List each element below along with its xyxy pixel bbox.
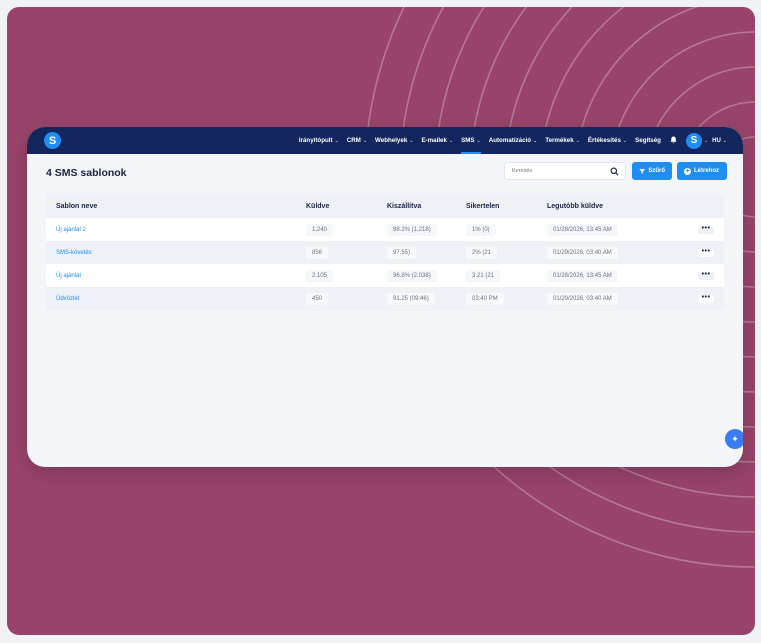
create-button-label: Létrehoz [694, 168, 720, 174]
nav-item-label: Automatizáció [488, 137, 532, 144]
search-input[interactable] [512, 168, 607, 174]
chevron-down-icon: ⌄ [533, 137, 538, 144]
nav-item-crm[interactable]: CRM ⌄ [343, 127, 371, 154]
page-title: 4 SMS sablonok [46, 167, 127, 179]
language-label: HU [712, 137, 721, 144]
column-header-failed[interactable]: Sikertelen [458, 203, 539, 210]
nav-item-dashboard[interactable]: Irányítópult ⌄ [295, 127, 343, 154]
nav-item-help[interactable]: Segítség [631, 127, 665, 154]
bell-icon[interactable] [665, 136, 682, 146]
search-box[interactable] [504, 162, 626, 180]
nav-item-label: Termékek [545, 137, 574, 144]
nav-item-emails[interactable]: E-mailek ⌄ [417, 127, 457, 154]
row-actions-button[interactable]: ••• [698, 225, 714, 234]
row-actions-button[interactable]: ••• [698, 271, 714, 280]
nav-item-websites[interactable]: Webhelyek ⌄ [371, 127, 417, 154]
nav-item-products[interactable]: Termékek ⌄ [541, 127, 584, 154]
column-header-sent[interactable]: Küldve [296, 203, 377, 210]
failed-rate: 3.21 (21 [466, 269, 501, 282]
chevron-down-icon: ⌄ [362, 137, 368, 144]
chevron-down-icon: ⌄ [722, 137, 727, 144]
filter-button[interactable]: Szűrő [632, 162, 672, 180]
user-avatar[interactable]: S [685, 132, 702, 149]
column-header-last-sent[interactable]: Legutóbb küldve [539, 203, 689, 210]
nav-item-sales[interactable]: Értékesítés ⌄ [584, 127, 631, 154]
table-row[interactable]: Új ajánlat 2 1,240 98.2% (1,218) 1% (0) … [46, 218, 724, 241]
template-name-link[interactable]: Üdvözlet [56, 296, 79, 302]
nav-menu: Irányítópult ⌄ CRM ⌄ Webhelyek ⌄ E-mailek ⌄ … [295, 127, 727, 154]
failed-rate: 2% (21 [466, 246, 498, 259]
sent-count: 450 [306, 292, 329, 305]
top-navigation: S Irányítópult ⌄ CRM ⌄ Webhelyek ⌄ E-mailek… [27, 127, 743, 154]
brand-logo[interactable]: S [44, 132, 61, 149]
failed-rate: 1% (0) [466, 223, 496, 236]
template-name-link[interactable]: SMS-követés [56, 250, 92, 256]
nav-item-label: Irányítópult [298, 137, 333, 144]
table-row[interactable]: Új ajánlat 2.105 96.8% (2.038) 3.21 (21 … [46, 264, 724, 287]
nav-item-label: Értékesítés [587, 137, 621, 144]
last-sent-date: 01/28/2026, 13:45 AM [547, 223, 618, 236]
nav-item-label: SMS [461, 137, 475, 144]
template-name-link[interactable]: Új ajánlat 2 [56, 227, 86, 233]
sms-templates-table: Sablon neve Küldve Kiszállítva Sikertele… [46, 195, 724, 310]
background-frame: S Irányítópult ⌄ CRM ⌄ Webhelyek ⌄ E-mailek… [7, 7, 755, 635]
failed-rate: 03:40 PM [466, 292, 504, 305]
search-icon[interactable] [610, 167, 619, 176]
app-window: S Irányítópult ⌄ CRM ⌄ Webhelyek ⌄ E-mailek… [27, 127, 743, 467]
nav-item-label: Webhelyek [375, 137, 408, 144]
table-row[interactable]: Üdvözlet 450 91.25 (09:46) 03:40 PM 01/2… [46, 287, 724, 310]
language-selector[interactable]: HU ⌄ [708, 138, 727, 144]
template-name-link[interactable]: Új ajánlat [56, 273, 81, 279]
column-header-name[interactable]: Sablon neve [46, 203, 296, 210]
chevron-down-icon: ⌄ [575, 137, 580, 144]
delivered-rate: 97.55) [387, 246, 417, 259]
chevron-down-icon: ⌄ [334, 137, 339, 144]
plus-circle-icon: + [684, 167, 691, 175]
sparkle-icon: ✦ [731, 433, 739, 444]
nav-item-label: Segítség [635, 137, 661, 144]
assistant-button[interactable]: ✦ [725, 429, 743, 449]
nav-item-label: E-mailek [421, 137, 447, 144]
last-sent-date: 01/29/2026, 03:40 AM [547, 246, 618, 259]
last-sent-date: 01/29/2026, 03:40 AM [547, 292, 618, 305]
table-header: Sablon neve Küldve Kiszállítva Sikertele… [46, 195, 724, 218]
delivered-rate: 96.8% (2.038) [387, 269, 437, 282]
delivered-rate: 91.25 (09:46) [387, 292, 435, 305]
chevron-down-icon: ⌄ [448, 137, 454, 144]
create-button[interactable]: + Létrehoz [677, 162, 727, 180]
nav-item-label: CRM [346, 137, 361, 144]
sent-count: 856 [306, 246, 329, 259]
sent-count: 1,240 [306, 223, 334, 236]
chevron-down-icon: ⌄ [409, 137, 414, 144]
chevron-down-icon: ⌄ [476, 137, 481, 144]
nav-item-sms[interactable]: SMS ⌄ [457, 127, 485, 154]
column-header-delivered[interactable]: Kiszállítva [377, 203, 458, 210]
table-row[interactable]: SMS-követés 856 97.55) 2% (21 01/29/2026… [46, 241, 724, 264]
last-sent-date: 01/28/2026, 13:45 AM [547, 269, 618, 282]
sent-count: 2.105 [306, 269, 334, 282]
chevron-down-icon: ⌄ [622, 137, 628, 144]
row-actions-button[interactable]: ••• [698, 294, 714, 303]
nav-item-automation[interactable]: Automatizáció ⌄ [485, 127, 542, 154]
delivered-rate: 98.2% (1,218) [387, 223, 437, 236]
filter-icon [639, 168, 646, 174]
row-actions-button[interactable]: ••• [698, 248, 714, 257]
filter-button-label: Szűrő [648, 168, 665, 174]
